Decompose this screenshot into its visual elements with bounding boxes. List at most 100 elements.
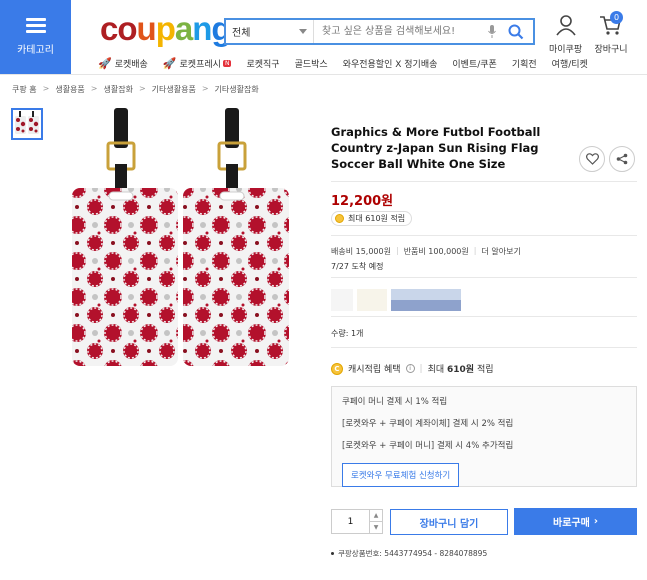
chevron-right-icon: › <box>593 516 598 527</box>
divider <box>331 316 637 317</box>
separator: | <box>419 363 423 374</box>
nav-label: 로켓프레시 <box>179 60 221 70</box>
breadcrumb-item[interactable]: 기타생활잡화 <box>215 84 259 95</box>
product-title: Graphics & More Futbol Football Country … <box>331 125 541 171</box>
logo-letter: c <box>100 10 118 47</box>
cash-reward-row: C 캐시적립 혜택 i | 최대 610원 적립 <box>331 362 494 375</box>
product-thumbnail[interactable] <box>11 108 43 140</box>
bullet <box>331 552 334 555</box>
cash-coin-icon: C <box>331 362 343 375</box>
cart-label: 장바구니 <box>594 45 628 55</box>
buy-now-button[interactable]: 바로구매 › <box>514 508 637 535</box>
shipping-info: 배송비 15,000원 | 반품비 100,000원 | 더 알아보기 <box>331 246 521 257</box>
nav-label: 골드박스 <box>294 60 328 70</box>
nav-item-rocket-delivery[interactable]: 🚀 로켓배송 <box>98 57 148 70</box>
nav-label: 기획전 <box>511 60 537 70</box>
share-icon <box>616 153 628 165</box>
option-swatch[interactable] <box>391 289 461 311</box>
nav-item-wow-discount[interactable]: 와우전용할인 X 정기배송 <box>343 57 438 70</box>
coupang-logo[interactable]: coupang <box>100 10 232 48</box>
nav-label: 와우전용할인 X 정기배송 <box>342 60 438 70</box>
share-button[interactable] <box>609 146 635 172</box>
nav-item-rocket-global[interactable]: 로켓직구 <box>246 57 279 70</box>
option-swatches <box>331 289 461 311</box>
logo-letter: u <box>136 10 157 47</box>
cart-link[interactable]: 0 장바구니 <box>593 11 629 55</box>
category-nav: 🚀 로켓배송 🚀 로켓프레시 N 로켓직구 골드박스 와우전용할인 X 정기배송 이벤… <box>98 57 603 70</box>
reward-text: 최대 610원 적립 <box>348 214 406 223</box>
buy-now-label: 바로구매 <box>553 518 590 529</box>
option-swatch[interactable] <box>331 289 353 311</box>
logo-letter: p <box>155 10 176 47</box>
benefit-box: 쿠페이 머니 결제 시 1% 적립 [로켓와우 + 쿠페이 계좌이체] 결제 시… <box>331 386 637 487</box>
nav-label: 이벤트/쿠폰 <box>452 60 497 70</box>
breadcrumb-separator: > <box>90 84 98 93</box>
arrival-date: 7/27 도착 예정 <box>331 262 384 271</box>
nav-item-events[interactable]: 이벤트/쿠폰 <box>452 57 496 70</box>
info-icon[interactable]: i <box>405 364 415 373</box>
breadcrumb-separator: > <box>201 84 209 93</box>
user-icon <box>555 15 576 36</box>
cash-reward-prefix: 최대 <box>427 365 448 375</box>
quantity-value[interactable]: 1 <box>332 510 369 533</box>
search-icon[interactable] <box>507 23 525 41</box>
benefit-item: [로켓와우 + 쿠페이 계좌이체] 결제 시 2% 적립 <box>342 419 514 429</box>
option-swatch[interactable] <box>357 289 387 311</box>
breadcrumb-separator: > <box>138 84 146 93</box>
search-scope-select[interactable]: 전체 <box>226 20 314 43</box>
breadcrumb-item[interactable]: 생활잡화 <box>103 84 132 95</box>
breadcrumb-item[interactable]: 기타생활용품 <box>152 84 196 95</box>
my-coupang-label: 마이쿠팡 <box>549 45 583 55</box>
category-menu-button[interactable]: 카테고리 <box>0 0 71 74</box>
chevron-up-icon[interactable]: ▲ <box>370 510 382 521</box>
reward-badge: 최대 610원 적립 <box>331 211 413 226</box>
quantity-label: 수량: 1개 <box>331 329 364 338</box>
nav-item-exhibitions[interactable]: 기획전 <box>512 57 537 70</box>
breadcrumb-separator: > <box>42 84 50 93</box>
add-to-cart-button[interactable]: 장바구니 담기 <box>390 509 508 535</box>
divider <box>331 347 637 348</box>
product-id-text: 쿠팡상품번호: 5443774954 - 8284078895 <box>338 549 488 558</box>
logo-letter: a <box>174 10 193 47</box>
breadcrumb-item[interactable]: 생활용품 <box>55 84 84 95</box>
divider <box>331 235 637 236</box>
nav-item-travel[interactable]: 여행/티켓 <box>552 57 588 70</box>
search-bar: 전체 <box>224 18 535 45</box>
wishlist-button[interactable] <box>579 146 605 172</box>
divider <box>331 181 637 182</box>
microphone-icon[interactable] <box>485 24 499 40</box>
cart-count-badge: 0 <box>610 11 623 24</box>
nav-item-rocket-fresh[interactable]: 🚀 로켓프레시 N <box>163 57 232 70</box>
more-info-link[interactable]: 더 알아보기 <box>481 246 520 257</box>
cash-reward-label: 캐시적립 혜택 <box>348 365 401 375</box>
cash-reward-suffix: 적립 <box>474 365 494 375</box>
header-divider <box>0 74 647 75</box>
cash-reward-amount: 최대 610원 적립 <box>428 362 494 375</box>
cash-reward-value: 610원 <box>447 365 475 375</box>
coin-icon <box>335 214 344 223</box>
breadcrumb: 쿠팡 홈 > 생활용품 > 생활잡화 > 기타생활용품 > 기타생활잡화 <box>12 84 259 95</box>
search-scope-value: 전체 <box>232 28 251 39</box>
category-label: 카테고리 <box>17 45 54 56</box>
quantity-stepper[interactable]: 1 ▲ ▼ <box>331 509 383 534</box>
benefit-item: 쿠페이 머니 결제 시 1% 적립 <box>342 397 448 407</box>
my-coupang-link[interactable]: 마이쿠팡 <box>549 14 582 55</box>
chevron-down-icon[interactable]: ▼ <box>370 521 382 533</box>
hamburger-icon <box>25 18 46 33</box>
logo-letter: o <box>117 10 137 47</box>
nav-item-goldbox[interactable]: 골드박스 <box>295 57 328 70</box>
product-main-image[interactable] <box>68 108 294 370</box>
logo-letter: n <box>192 10 212 47</box>
breadcrumb-item[interactable]: 쿠팡 홈 <box>12 84 37 95</box>
divider <box>331 277 637 278</box>
separator: | <box>473 246 477 255</box>
new-badge-icon: N <box>222 60 232 67</box>
nav-label: 로켓배송 <box>114 60 148 70</box>
rocket-icon: 🚀 <box>98 57 112 70</box>
search-input[interactable] <box>314 20 485 43</box>
product-id: 쿠팡상품번호: 5443774954 - 8284078895 <box>331 548 487 559</box>
wow-trial-button[interactable]: 로켓와우 무료체험 신청하기 <box>342 463 460 487</box>
separator: | <box>395 246 399 255</box>
return-fee: 반품비 100,000원 <box>403 247 469 256</box>
product-price: 12,200원 <box>331 194 394 209</box>
